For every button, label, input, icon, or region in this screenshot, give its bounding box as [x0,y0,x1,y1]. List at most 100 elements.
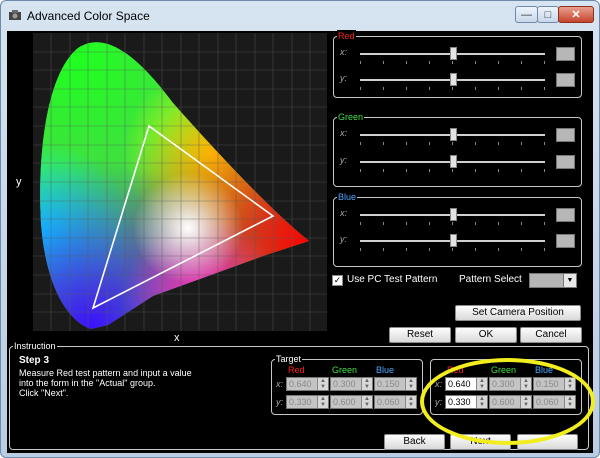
green-x-label: x: [340,128,348,138]
green-y-slider-thumb[interactable] [450,155,457,168]
target-blue-x-field: 0.150 ▲ ▼ [374,377,417,391]
target-green-y-value: 0.600 [333,397,356,407]
reset-button[interactable]: Reset [389,327,451,343]
use-pc-test-pattern-checkbox[interactable]: ✓ [332,275,343,286]
back-button[interactable]: Back [384,434,445,450]
actual-green-x-input: 0.300 ▲ ▼ [489,377,532,391]
target-green-x-field: 0.300 ▲ ▼ [330,377,373,391]
actual-red-y-input[interactable]: 0.330 ▲ ▼ [445,395,488,409]
actual-blue-header: Blue [535,365,554,375]
green-x-ticks [360,142,545,145]
spinner-arrows-icon: ▲ ▼ [317,378,328,390]
red-y-slider-thumb[interactable] [450,73,457,86]
target-red-header: Red [288,365,305,375]
spinner-arrows-icon: ▲ ▼ [520,378,531,390]
blue-x-slider-row: x: [334,206,581,226]
set-camera-position-button[interactable]: Set Camera Position [455,305,581,321]
target-green-header: Green [332,365,358,375]
actual-blue-y-value: 0.060 [536,397,559,407]
instruction-line-1: Measure Red test pattern and input a val… [19,368,192,378]
actual-blue-x-input: 0.150 ▲ ▼ [533,377,576,391]
actual-group: Red Green Blue x: y: 0.640 ▲ ▼ 0.300 ▲ ▼ 0.1… [430,359,582,415]
actual-red-y-value: 0.330 [448,397,471,407]
finish-button[interactable] [517,434,578,450]
red-slider-group: Red x: y: [333,30,582,98]
blue-x-slider-thumb[interactable] [450,208,457,221]
minimize-button[interactable]: — [515,6,538,23]
instruction-line-2: into the form in the "Actual" group. [19,378,156,388]
maximize-button[interactable]: □ [537,6,559,23]
actual-red-x-value: 0.640 [448,379,471,389]
spinner-arrows-icon[interactable]: ▲ ▼ [476,378,487,390]
blue-x-ticks [360,222,545,225]
target-y-row-label: y: [276,397,284,407]
chromaticity-diagram [33,33,327,331]
ok-button[interactable]: OK [455,327,517,343]
target-green-y-field: 0.600 ▲ ▼ [330,395,373,409]
red-x-slider-thumb[interactable] [450,47,457,60]
spinner-arrows-icon: ▲ ▼ [564,378,575,390]
target-red-x-field: 0.640 ▲ ▼ [286,377,329,391]
cancel-button[interactable]: Cancel [520,327,582,343]
target-blue-header: Blue [376,365,395,375]
actual-green-y-value: 0.600 [492,397,515,407]
target-group-title: Target [275,353,303,365]
window-title: Advanced Color Space [27,9,150,23]
target-blue-x-value: 0.150 [377,379,400,389]
instruction-group-title: Instruction [13,340,57,352]
actual-y-row-label: y: [435,397,443,407]
spinner-arrows-icon: ▲ ▼ [361,378,372,390]
green-x-value-box[interactable] [556,128,575,142]
green-y-ticks [360,169,545,172]
title-bar[interactable]: Advanced Color Space — □ ✕ [1,1,599,31]
pattern-select-label: Pattern Select [459,274,522,285]
spinner-arrows-icon: ▲ ▼ [317,396,328,408]
red-y-label: y: [340,73,348,83]
instruction-group: Instruction Step 3 Measure Red test patt… [9,340,589,450]
spinner-arrows-icon: ▲ ▼ [520,396,531,408]
blue-y-slider-row: y: [334,232,581,252]
blue-y-slider-thumb[interactable] [450,234,457,247]
actual-green-header: Green [491,365,517,375]
red-x-value-box[interactable] [556,47,575,61]
actual-blue-y-input: 0.060 ▲ ▼ [533,395,576,409]
target-blue-y-field: 0.060 ▲ ▼ [374,395,417,409]
blue-y-ticks [360,248,545,251]
green-x-slider-row: x: [334,126,581,146]
blue-x-label: x: [340,208,348,218]
chevron-down-icon: ▼ [563,274,576,287]
green-x-slider-thumb[interactable] [450,128,457,141]
green-y-value-box[interactable] [556,155,575,169]
spinner-arrows-icon: ▲ ▼ [564,396,575,408]
actual-x-row-label: x: [435,379,443,389]
green-slider-group: Green x: y: [333,111,582,187]
blue-y-label: y: [340,234,348,244]
target-x-row-label: x: [276,379,284,389]
actual-red-header: Red [447,365,464,375]
spinner-arrows-icon[interactable]: ▲ ▼ [476,396,487,408]
use-pc-test-pattern-label: Use PC Test Pattern [347,274,438,285]
client-area: y x Red x: y: Green x: y: Blue x: y: ✓ U… [7,30,593,453]
y-axis-label: y [16,176,22,188]
target-blue-y-value: 0.060 [377,397,400,407]
blue-slider-group: Blue x: y: [333,191,582,267]
close-button[interactable]: ✕ [558,6,594,23]
red-y-value-box[interactable] [556,73,575,87]
blue-y-value-box[interactable] [556,234,575,248]
advanced-color-space-window: Advanced Color Space — □ ✕ y x Red x: y:… [0,0,600,458]
blue-x-value-box[interactable] [556,208,575,222]
green-y-label: y: [340,155,348,165]
red-y-ticks [360,87,545,90]
green-y-slider-row: y: [334,153,581,173]
red-x-ticks [360,61,545,64]
pattern-select-dropdown[interactable]: ▼ [529,273,577,288]
actual-red-x-input[interactable]: 0.640 ▲ ▼ [445,377,488,391]
step-heading: Step 3 [19,355,50,366]
red-x-slider-row: x: [334,45,581,65]
instruction-line-3: Click "Next". [19,388,69,398]
target-red-y-field: 0.330 ▲ ▼ [286,395,329,409]
spinner-arrows-icon: ▲ ▼ [405,396,416,408]
next-button[interactable]: Next [450,434,511,450]
target-red-y-value: 0.330 [289,397,312,407]
app-icon [9,10,21,20]
